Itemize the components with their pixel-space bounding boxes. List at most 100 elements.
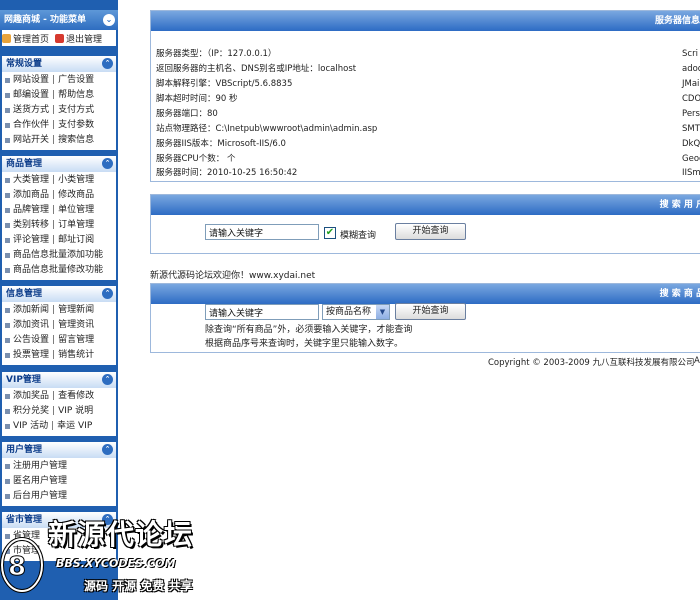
menu-item[interactable]: 添加商品 bbox=[13, 188, 49, 203]
menu-item[interactable]: 网站开关 bbox=[13, 133, 49, 148]
menu-item[interactable]: 商品信息批量修改功能 bbox=[13, 263, 103, 278]
chevron-icon[interactable]: ⌃ bbox=[102, 444, 113, 455]
menu-item[interactable]: 积分兑奖 bbox=[13, 404, 49, 419]
menu-item[interactable]: 投票管理 bbox=[13, 348, 49, 363]
server-info-row: 服务器CPU个数： 个 bbox=[156, 154, 236, 164]
bullet-icon bbox=[5, 208, 10, 213]
bullet-icon bbox=[5, 193, 10, 198]
menu-item[interactable]: 网站设置 bbox=[13, 73, 49, 88]
menu-item[interactable]: 大类管理 bbox=[13, 173, 49, 188]
menu-section-header[interactable]: 信息管理 ⌃ bbox=[2, 286, 116, 302]
product-search-title: 搜 索 商 品 bbox=[659, 289, 700, 299]
chevron-icon[interactable]: ⌃ bbox=[102, 158, 113, 169]
user-search-title: 搜 索 用 户 bbox=[659, 200, 700, 210]
menu-item[interactable]: 支付参数 bbox=[58, 118, 94, 133]
welcome-text: 新源代源码论坛欢迎你！www.xydai.net bbox=[150, 271, 316, 281]
menu-item[interactable]: 幸运 VIP bbox=[57, 419, 92, 434]
menu-item[interactable]: 小类管理 bbox=[58, 173, 94, 188]
user-search-button[interactable]: 开始查询 bbox=[395, 223, 466, 240]
menu-section-general: 常规设置 ⌃ 网站设置 | 广告设置 邮编设置 | 帮助信息 送货方式 | 支付方式 合作伙… bbox=[2, 56, 116, 150]
server-info-row: 站点物理路径：C:\Inetpub\wwwroot\admin\admin.as… bbox=[156, 124, 378, 134]
menu-item[interactable]: 匿名用户管理 bbox=[13, 474, 67, 489]
menu-section-header[interactable]: VIP管理 ⌃ bbox=[2, 372, 116, 388]
user-keyword-input[interactable] bbox=[205, 224, 319, 240]
chevron-icon[interactable]: ⌃ bbox=[102, 374, 113, 385]
menu-item[interactable]: 注册用户管理 bbox=[13, 459, 67, 474]
chevron-icon[interactable]: ⌃ bbox=[102, 58, 113, 69]
menu-item[interactable]: 商品信息批量添加功能 bbox=[13, 248, 103, 263]
chevron-icon[interactable]: ⌃ bbox=[102, 288, 113, 299]
menu-item[interactable]: 评论管理 bbox=[13, 233, 49, 248]
server-info-row: 服务器端口：80 bbox=[156, 109, 218, 119]
component-status: adodb bbox=[682, 64, 700, 74]
menu-item[interactable]: 添加新闻 bbox=[13, 303, 49, 318]
product-keyword-input[interactable] bbox=[205, 304, 319, 320]
menu-item[interactable]: 送货方式 bbox=[13, 103, 49, 118]
menu-item[interactable]: 留言管理 bbox=[58, 333, 94, 348]
server-info-row: 服务器IIS版本：Microsoft-IIS/6.0 bbox=[156, 139, 286, 149]
menu-row: 添加资讯 | 管理资讯 bbox=[5, 318, 116, 333]
menu-item[interactable]: VIP 说明 bbox=[58, 404, 93, 419]
menu-item[interactable]: 支付方式 bbox=[58, 103, 94, 118]
menu-section-header[interactable]: 商品管理 ⌃ bbox=[2, 156, 116, 172]
bullet-icon bbox=[5, 78, 10, 83]
copyright-text: Copyright © 2003-2009 九八互联科技发展有限公司 bbox=[488, 358, 695, 368]
server-info-row: 服务器时间：2010-10-25 16:50:42 bbox=[156, 168, 298, 178]
menu-row: 大类管理 | 小类管理 bbox=[5, 173, 116, 188]
dropdown-arrow-icon[interactable]: ▼ bbox=[376, 305, 389, 319]
menu-item[interactable]: 帮助信息 bbox=[58, 88, 94, 103]
bullet-icon bbox=[5, 138, 10, 143]
menu-item[interactable]: 销售统计 bbox=[58, 348, 94, 363]
menu-item[interactable]: 修改商品 bbox=[58, 188, 94, 203]
menu-item[interactable]: 品牌管理 bbox=[13, 203, 49, 218]
menu-item[interactable]: 邮址订阅 bbox=[58, 233, 94, 248]
menu-item[interactable]: 广告设置 bbox=[58, 73, 94, 88]
menu-row: 邮编设置 | 帮助信息 bbox=[5, 88, 116, 103]
bullet-icon bbox=[5, 353, 10, 358]
bullet-icon bbox=[5, 108, 10, 113]
menu-row: 匿名用户管理 bbox=[5, 474, 116, 489]
menu-item[interactable]: 单位管理 bbox=[58, 203, 94, 218]
search-field-select-value: 按商品名称 bbox=[326, 307, 372, 317]
fuzzy-search-checkbox[interactable]: ✔ bbox=[324, 227, 336, 239]
server-info-title: 服务器信息统 bbox=[654, 16, 700, 26]
menu-item[interactable]: 邮编设置 bbox=[13, 88, 49, 103]
bullet-icon bbox=[5, 123, 10, 128]
menu-item[interactable]: 类别转移 bbox=[13, 218, 49, 233]
menu-item[interactable]: 查看修改 bbox=[58, 389, 94, 404]
menu-row: 添加奖品 | 查看修改 bbox=[5, 389, 116, 404]
menu-section-header[interactable]: 常规设置 ⌃ bbox=[2, 56, 116, 72]
menu-row: 网站设置 | 广告设置 bbox=[5, 73, 116, 88]
component-status: Pers bbox=[682, 109, 700, 119]
server-info-row: 服务器类型：（IP：127.0.0.1） bbox=[156, 49, 277, 59]
menu-item[interactable]: 搜索信息 bbox=[58, 133, 94, 148]
bullet-icon bbox=[5, 479, 10, 484]
menu-item[interactable]: 订单管理 bbox=[58, 218, 94, 233]
menu-row: 合作伙伴 | 支付参数 bbox=[5, 118, 116, 133]
watermark: 8 新源代论坛 BBS.XYCODES.COM 源码 开源 免费 共享 bbox=[0, 505, 240, 600]
menu-item[interactable]: 合作伙伴 bbox=[13, 118, 49, 133]
menu-row: 公告设置 | 留言管理 bbox=[5, 333, 116, 348]
search-field-select[interactable]: 按商品名称 ▼ bbox=[322, 304, 390, 320]
menu-item[interactable]: 后台用户管理 bbox=[13, 489, 67, 504]
menu-item[interactable]: 添加资讯 bbox=[13, 318, 49, 333]
product-search-button[interactable]: 开始查询 bbox=[395, 303, 466, 320]
menu-item[interactable]: 添加奖品 bbox=[13, 389, 49, 404]
menu-row: 品牌管理 | 单位管理 bbox=[5, 203, 116, 218]
menu-row: 类别转移 | 订单管理 bbox=[5, 218, 116, 233]
menu-item[interactable]: 管理新闻 bbox=[58, 303, 94, 318]
bullet-icon bbox=[5, 223, 10, 228]
home-icon bbox=[2, 33, 11, 43]
logout-link[interactable]: 退出管理 bbox=[55, 32, 102, 45]
bullet-icon bbox=[5, 424, 10, 429]
collapse-icon[interactable]: ⌄ bbox=[103, 14, 115, 26]
menu-item[interactable]: VIP 活动 bbox=[13, 419, 48, 434]
menu-section-header[interactable]: 用户管理 ⌃ bbox=[2, 442, 116, 458]
menu-item[interactable]: 公告设置 bbox=[13, 333, 49, 348]
user-search-header: 搜 索 用 户 bbox=[151, 195, 700, 215]
menu-item[interactable]: 管理资讯 bbox=[58, 318, 94, 333]
menu-row: 添加新闻 | 管理新闻 bbox=[5, 303, 116, 318]
server-info-row: 脚本超时时间：90 秒 bbox=[156, 94, 238, 104]
admin-home-link[interactable]: 管理首页 bbox=[2, 32, 49, 45]
sidebar-title-text: 网趣商城 - 功能菜单 bbox=[4, 15, 87, 25]
